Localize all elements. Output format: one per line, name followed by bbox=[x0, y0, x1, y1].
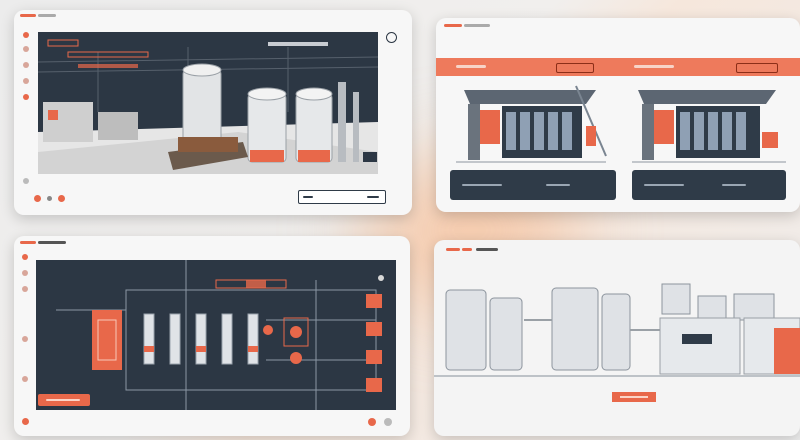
band-text-1 bbox=[456, 65, 486, 68]
footer-dot-3[interactable] bbox=[58, 195, 65, 202]
process-schematic bbox=[56, 260, 384, 410]
nav-dot-3[interactable] bbox=[22, 286, 28, 292]
building-illustrations bbox=[456, 85, 786, 163]
orange-header-band bbox=[436, 58, 800, 76]
nav-dot-4[interactable] bbox=[22, 336, 28, 342]
building-b-label-left bbox=[644, 184, 684, 186]
panel-header-text bbox=[476, 248, 498, 251]
panel-header-text bbox=[464, 24, 490, 27]
factory-3d-panel bbox=[14, 10, 412, 215]
tank-farm-panel bbox=[434, 240, 800, 436]
nav-dot-3[interactable] bbox=[23, 62, 29, 68]
footer-dot-right[interactable] bbox=[368, 418, 376, 426]
nav-dot-4[interactable] bbox=[23, 78, 29, 84]
building-b-button[interactable] bbox=[632, 170, 786, 200]
process-diagram-panel bbox=[14, 236, 410, 436]
process-diagram-screen bbox=[36, 260, 396, 410]
band-tab-1[interactable] bbox=[556, 63, 594, 73]
panel-header-mark bbox=[444, 24, 462, 27]
footer-dot-right-2[interactable] bbox=[384, 418, 392, 426]
nav-dot-5[interactable] bbox=[23, 94, 29, 100]
footer-dot-1[interactable] bbox=[34, 195, 41, 202]
building-a-button[interactable] bbox=[450, 170, 616, 200]
nav-dot-6[interactable] bbox=[23, 178, 29, 184]
open-view-button[interactable] bbox=[298, 190, 386, 204]
nav-dot-2[interactable] bbox=[23, 46, 29, 52]
footer-dot-2[interactable] bbox=[47, 196, 52, 201]
band-tab-2[interactable] bbox=[736, 63, 778, 73]
factory-3d-screen bbox=[38, 32, 378, 174]
open-view-label-1 bbox=[303, 196, 313, 198]
nav-dot-2[interactable] bbox=[22, 270, 28, 276]
nav-dot-1[interactable] bbox=[22, 254, 28, 260]
building-a-label-right bbox=[546, 184, 570, 186]
nav-dot-1[interactable] bbox=[23, 32, 29, 38]
panel-header-mark bbox=[446, 248, 460, 251]
process-action-button[interactable] bbox=[38, 394, 90, 406]
tank-farm-illustration bbox=[434, 283, 800, 402]
building-schematics-panel bbox=[436, 18, 800, 212]
nav-dot-5[interactable] bbox=[22, 376, 28, 382]
nav-dot-6[interactable] bbox=[22, 418, 29, 425]
process-action-label bbox=[46, 399, 80, 401]
open-view-label-2 bbox=[367, 196, 379, 198]
refresh-icon[interactable] bbox=[386, 32, 397, 43]
building-a-label-left bbox=[462, 184, 502, 186]
building-b-label-right bbox=[722, 184, 746, 186]
panel-header-mark-2 bbox=[462, 248, 472, 251]
band-text-2 bbox=[634, 65, 674, 68]
factory-illustration bbox=[38, 39, 378, 174]
